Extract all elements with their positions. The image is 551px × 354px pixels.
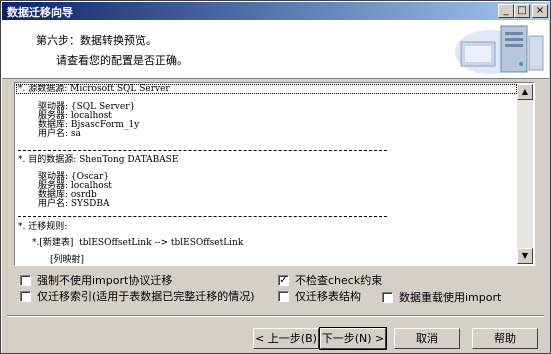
- reload-import-label: 数据重载使用import: [399, 291, 502, 304]
- button-divider: [7, 315, 544, 317]
- step-subtitle: 请查看您的配置是否正确。: [56, 54, 188, 67]
- title-bar[interactable]: 数据迁移向导 _ □ ×: [2, 2, 549, 20]
- database-server-icon: [449, 22, 545, 76]
- reload-import-checkbox[interactable]: [382, 291, 393, 303]
- structure-only-checkbox[interactable]: [278, 290, 289, 302]
- back-button[interactable]: < 上一步(B): [253, 328, 319, 349]
- reload-import-option[interactable]: 数据重载使用import: [382, 289, 501, 305]
- wizard-header: 第六步：数据转换预览。 请查看您的配置是否正确。: [2, 20, 549, 79]
- close-button[interactable]: ×: [532, 4, 548, 18]
- structure-only-label: 仅迁移表结构: [295, 290, 361, 303]
- index-only-checkbox[interactable]: [20, 290, 31, 302]
- minimize-button[interactable]: _: [498, 4, 514, 18]
- preview-content: *. 源数据源: Microsoft SQL Server 驱动器: {SQL …: [16, 84, 517, 264]
- help-button[interactable]: 帮助: [472, 328, 538, 349]
- options-panel: 强制不使用import协议迁移 ✓ 不检查check约束 仅迁移索引(适用于表数…: [1, 269, 550, 309]
- structure-only-option[interactable]: 仅迁移表结构: [278, 288, 361, 304]
- target-heading: *. 目的数据源: ShenTong DATABASE: [18, 155, 179, 165]
- step-title: 第六步：数据转换预览。: [36, 34, 157, 47]
- next-button[interactable]: 下一步(N) >: [319, 327, 387, 350]
- no-check-checkbox[interactable]: ✓: [278, 274, 289, 286]
- target-user: 用户名: SYSDBA: [38, 199, 110, 209]
- separator-line: [18, 216, 387, 217]
- source-user: 用户名: sa: [38, 129, 81, 139]
- index-only-label: 仅迁移索引(适用于表数据已完整迁移的情况): [37, 290, 255, 303]
- maximize-button[interactable]: □: [514, 4, 530, 18]
- source-heading: *. 源数据源: Microsoft SQL Server: [18, 84, 170, 94]
- rules-heading: *. 迁移规则:: [18, 222, 68, 232]
- cancel-button[interactable]: 取消: [394, 328, 460, 349]
- no-check-option[interactable]: ✓ 不检查check约束: [278, 272, 382, 288]
- scroll-down-icon[interactable]: ▼: [517, 248, 533, 264]
- vertical-scrollbar[interactable]: ▲ ▼: [517, 84, 533, 264]
- rule-item: *.[新建表] tblESOffsetLink --> tblESOffsetL…: [32, 238, 244, 248]
- scroll-up-icon[interactable]: ▲: [517, 84, 533, 100]
- separator-line: [18, 150, 387, 151]
- no-check-label: 不检查check约束: [295, 274, 383, 287]
- preview-text-area[interactable]: *. 源数据源: Microsoft SQL Server 驱动器: {SQL …: [14, 82, 535, 266]
- force-no-import-label: 强制不使用import协议迁移: [37, 274, 173, 287]
- window-title: 数据迁移向导: [7, 6, 73, 19]
- force-no-import-option[interactable]: 强制不使用import协议迁移: [20, 272, 172, 288]
- wizard-window: 数据迁移向导 _ □ × 第六步：数据转换预览。 请查看您的配置是否正确。 *.…: [0, 0, 551, 354]
- column-mapping: [列映射]: [50, 255, 85, 264]
- index-only-option[interactable]: 仅迁移索引(适用于表数据已完整迁移的情况): [20, 288, 255, 304]
- force-no-import-checkbox[interactable]: [20, 274, 31, 286]
